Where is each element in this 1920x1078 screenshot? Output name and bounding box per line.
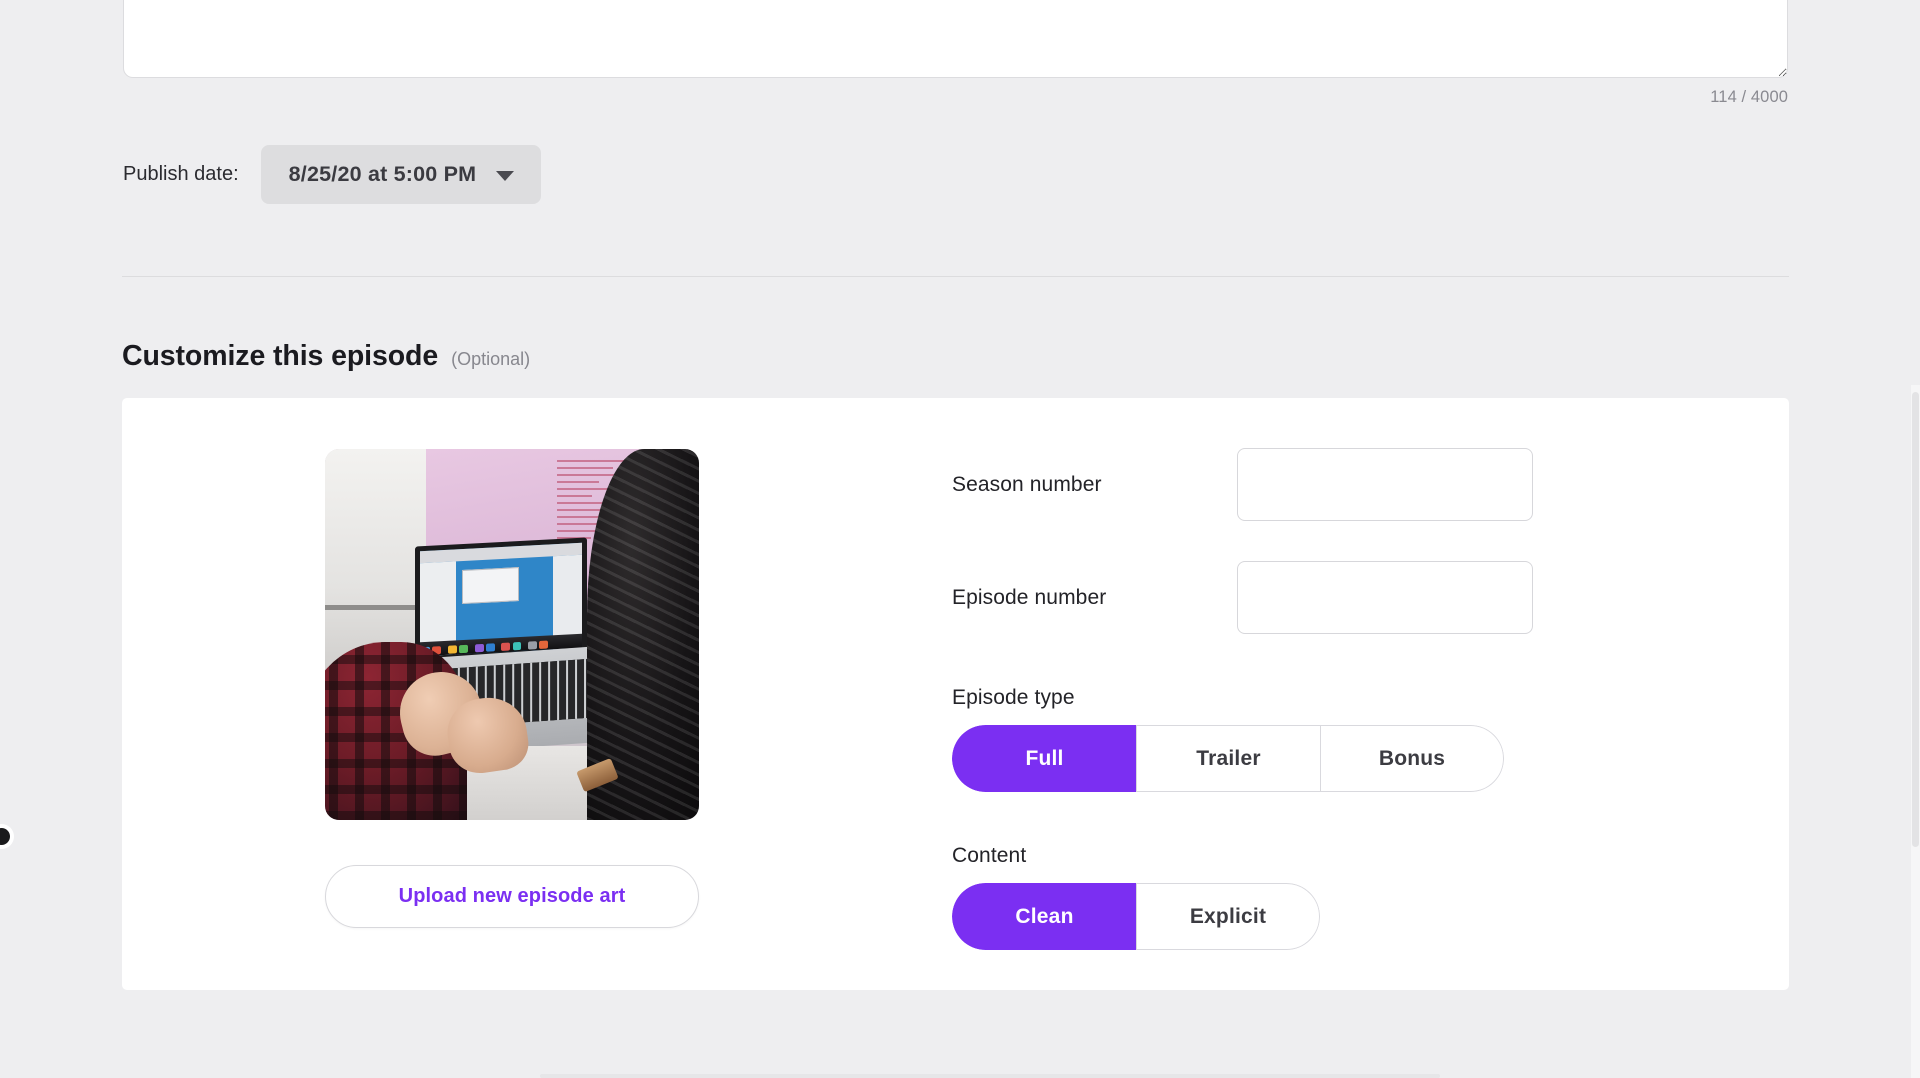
optional-tag: (Optional) xyxy=(451,349,531,369)
content-rating-segmented-control: Clean Explicit xyxy=(952,883,1320,950)
episode-type-option-bonus[interactable]: Bonus xyxy=(1320,725,1504,792)
episode-type-label: Episode type xyxy=(952,686,1075,709)
section-divider xyxy=(122,276,1789,277)
page-title: Customize this episode xyxy=(122,340,439,372)
publish-date-button[interactable]: 8/25/20 at 5:00 PM xyxy=(260,145,542,204)
content-rating-option-explicit[interactable]: Explicit xyxy=(1136,883,1320,950)
content-rating-group: Content Clean Explicit xyxy=(952,844,1652,950)
episode-type-option-full[interactable]: Full xyxy=(952,725,1136,792)
season-number-input[interactable] xyxy=(1237,448,1533,521)
section-heading: Customize this episode (Optional) xyxy=(122,340,530,373)
upload-episode-art-button[interactable]: Upload new episode art xyxy=(325,865,699,928)
publish-date-row: Publish date: 8/25/20 at 5:00 PM xyxy=(123,145,542,204)
episode-editor-page: 114 / 4000 Publish date: 8/25/20 at 5:00… xyxy=(0,0,1920,1078)
vertical-scrollbar-thumb[interactable] xyxy=(1912,392,1919,847)
customize-episode-card: Upload new episode art Season number Epi… xyxy=(122,398,1789,990)
left-edge-indicator xyxy=(0,828,10,845)
episode-art-image xyxy=(325,449,699,820)
season-number-label: Season number xyxy=(952,472,1102,496)
bottom-edge-bar xyxy=(540,1074,1440,1078)
season-number-row: Season number xyxy=(952,448,1652,521)
content-rating-option-clean[interactable]: Clean xyxy=(952,883,1136,950)
episode-number-label: Episode number xyxy=(952,585,1107,609)
character-counter: 114 / 4000 xyxy=(1710,88,1788,106)
episode-type-option-trailer[interactable]: Trailer xyxy=(1136,725,1320,792)
publish-date-label: Publish date: xyxy=(123,163,239,185)
content-rating-label: Content xyxy=(952,844,1027,867)
episode-type-group: Episode type Full Trailer Bonus xyxy=(952,686,1652,792)
publish-date-value: 8/25/20 at 5:00 PM xyxy=(288,162,477,186)
episode-description-textarea[interactable] xyxy=(123,0,1788,78)
episode-art-column: Upload new episode art xyxy=(325,449,699,928)
chevron-down-icon xyxy=(496,170,515,181)
episode-number-row: Episode number xyxy=(952,561,1652,634)
episode-type-segmented-control: Full Trailer Bonus xyxy=(952,725,1504,792)
episode-number-input[interactable] xyxy=(1237,561,1533,634)
episode-fields-column: Season number Episode number Episode typ… xyxy=(952,448,1652,950)
